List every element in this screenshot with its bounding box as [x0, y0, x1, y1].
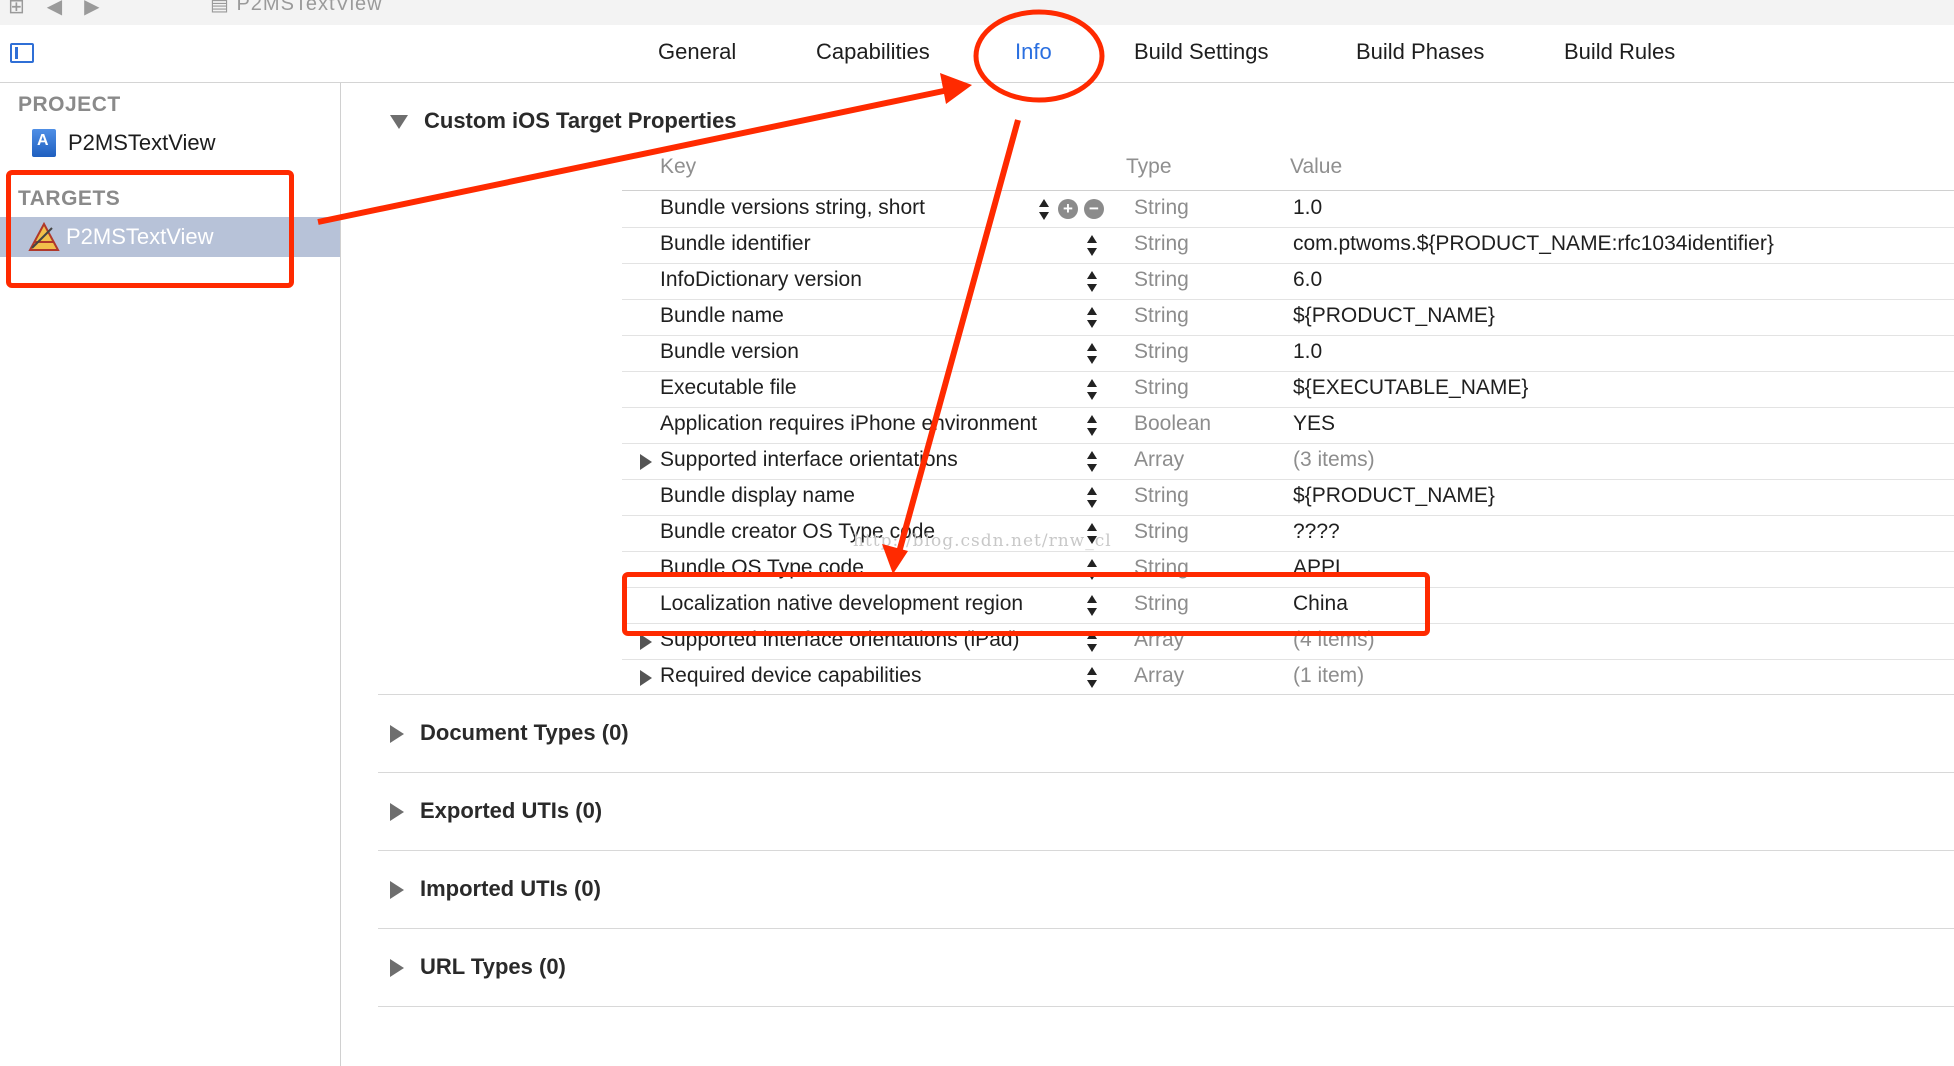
- row-type: Boolean: [1134, 412, 1212, 435]
- breadcrumb-project[interactable]: ▤ P2MSTextView: [210, 0, 383, 16]
- disclosure-triangle-icon[interactable]: [390, 959, 404, 978]
- file-icon: ▤: [210, 0, 237, 15]
- row-value[interactable]: 6.0: [1293, 268, 1322, 292]
- add-row-button[interactable]: +: [1058, 199, 1078, 219]
- section-divider: [378, 1006, 1954, 1007]
- row-key: Executable file: [660, 376, 797, 399]
- key-selector-stepper[interactable]: [1086, 449, 1098, 475]
- key-selector-stepper[interactable]: [1086, 413, 1098, 439]
- breadcrumb-bar: ⊞ ◀ ▶ ▤ P2MSTextView: [0, 0, 1954, 26]
- row-type: String: [1134, 304, 1189, 327]
- key-selector-stepper[interactable]: [1038, 197, 1050, 223]
- row-value[interactable]: ????: [1293, 520, 1340, 544]
- row-type: Array: [1134, 664, 1185, 687]
- exported-utis-section-header[interactable]: Exported UTIs (0): [390, 798, 602, 824]
- url-types-section-header[interactable]: URL Types (0): [390, 954, 566, 980]
- xcode-project-icon: [32, 129, 56, 157]
- disclosure-triangle-icon[interactable]: [390, 725, 404, 744]
- back-arrow-icon[interactable]: ◀: [47, 0, 62, 19]
- table-row[interactable]: Bundle display name String ${PRODUCT_NAM…: [622, 479, 1954, 516]
- row-type: String: [1134, 520, 1189, 543]
- row-value: (3 items): [1293, 448, 1375, 471]
- row-key: Required device capabilities: [660, 664, 922, 687]
- watermark-text: http://blog.csdn.net/rnw_cl: [853, 531, 1112, 551]
- sidebar-item-project[interactable]: P2MSTextView: [0, 123, 340, 163]
- imported-utis-section-header[interactable]: Imported UTIs (0): [390, 876, 601, 902]
- tab-build-rules[interactable]: Build Rules: [1564, 39, 1675, 65]
- tab-info[interactable]: Info: [1015, 39, 1052, 65]
- section-divider: [378, 850, 1954, 851]
- row-value[interactable]: YES: [1293, 412, 1335, 436]
- column-header-type: Type: [1126, 155, 1172, 178]
- row-key: Bundle versions string, short: [660, 196, 925, 219]
- section-divider: [378, 694, 1954, 695]
- related-items-icon[interactable]: ⊞: [8, 0, 25, 19]
- editor-tab-bar: General Capabilities Info Build Settings…: [0, 25, 1954, 83]
- table-row[interactable]: InfoDictionary version String 6.0: [622, 263, 1954, 300]
- sidebar-item-label: P2MSTextView: [68, 130, 216, 155]
- forward-arrow-icon[interactable]: ▶: [84, 0, 99, 19]
- table-row[interactable]: Bundle name String ${PRODUCT_NAME}: [622, 299, 1954, 336]
- row-type: Array: [1134, 448, 1185, 471]
- annotation-box-targets: [6, 170, 294, 288]
- row-type: String: [1134, 268, 1189, 291]
- row-key: Bundle identifier: [660, 232, 811, 255]
- key-selector-stepper[interactable]: [1086, 665, 1098, 691]
- disclosure-triangle-icon[interactable]: [390, 115, 408, 130]
- row-key: Bundle version: [660, 340, 799, 363]
- tab-capabilities[interactable]: Capabilities: [816, 39, 930, 65]
- section-divider: [378, 928, 1954, 929]
- tab-build-settings[interactable]: Build Settings: [1134, 39, 1269, 65]
- row-key: Bundle display name: [660, 484, 855, 507]
- row-key: InfoDictionary version: [660, 268, 862, 291]
- key-selector-stepper[interactable]: [1086, 269, 1098, 295]
- row-type: String: [1134, 340, 1189, 363]
- project-section-header: PROJECT: [18, 93, 121, 116]
- key-selector-stepper[interactable]: [1086, 485, 1098, 511]
- custom-properties-section-header[interactable]: Custom iOS Target Properties: [390, 108, 737, 134]
- row-value[interactable]: ${PRODUCT_NAME}: [1293, 484, 1495, 508]
- remove-row-button[interactable]: −: [1084, 199, 1104, 219]
- tab-build-phases[interactable]: Build Phases: [1356, 39, 1484, 65]
- section-divider: [378, 772, 1954, 773]
- row-type: String: [1134, 484, 1189, 507]
- key-selector-stepper[interactable]: [1086, 305, 1098, 331]
- row-value[interactable]: com.ptwoms.${PRODUCT_NAME:rfc1034identif…: [1293, 232, 1774, 256]
- row-type: String: [1134, 232, 1189, 255]
- table-row[interactable]: Bundle identifier String com.ptwoms.${PR…: [622, 227, 1954, 264]
- disclosure-triangle-icon[interactable]: [390, 881, 404, 900]
- column-header-key: Key: [660, 155, 697, 178]
- row-key: Supported interface orientations: [660, 448, 958, 471]
- expand-row-icon[interactable]: [640, 634, 652, 650]
- table-row[interactable]: Bundle version String 1.0: [622, 335, 1954, 372]
- row-value[interactable]: 1.0: [1293, 340, 1322, 364]
- annotation-box-localization-row: [622, 572, 1430, 636]
- key-selector-stepper[interactable]: [1086, 341, 1098, 367]
- row-type: String: [1134, 196, 1189, 219]
- row-key: Application requires iPhone environment: [660, 412, 1038, 435]
- table-row[interactable]: Supported interface orientations Array (…: [622, 443, 1954, 480]
- row-value[interactable]: 1.0: [1293, 196, 1322, 220]
- table-row[interactable]: Required device capabilities Array (1 it…: [622, 659, 1954, 695]
- expand-row-icon[interactable]: [640, 670, 652, 686]
- tab-general[interactable]: General: [658, 39, 736, 65]
- navigation-controls: ⊞ ◀ ▶: [8, 0, 100, 19]
- row-value[interactable]: ${PRODUCT_NAME}: [1293, 304, 1495, 328]
- sidebar-toggle-icon[interactable]: [10, 43, 34, 63]
- key-selector-stepper[interactable]: [1086, 377, 1098, 403]
- table-row[interactable]: Executable file String ${EXECUTABLE_NAME…: [622, 371, 1954, 408]
- key-selector-stepper[interactable]: [1086, 233, 1098, 259]
- document-types-section-header[interactable]: Document Types (0): [390, 720, 629, 746]
- disclosure-triangle-icon[interactable]: [390, 803, 404, 822]
- expand-row-icon[interactable]: [640, 454, 652, 470]
- column-header-value: Value: [1290, 155, 1343, 178]
- table-row[interactable]: Bundle versions string, short + − String…: [622, 191, 1954, 228]
- table-row[interactable]: Application requires iPhone environment …: [622, 407, 1954, 444]
- row-value[interactable]: ${EXECUTABLE_NAME}: [1293, 376, 1528, 400]
- row-value: (1 item): [1293, 664, 1365, 687]
- row-type: String: [1134, 376, 1189, 399]
- row-key: Bundle name: [660, 304, 784, 327]
- table-row[interactable]: Bundle creator OS Type code String ????: [622, 515, 1954, 552]
